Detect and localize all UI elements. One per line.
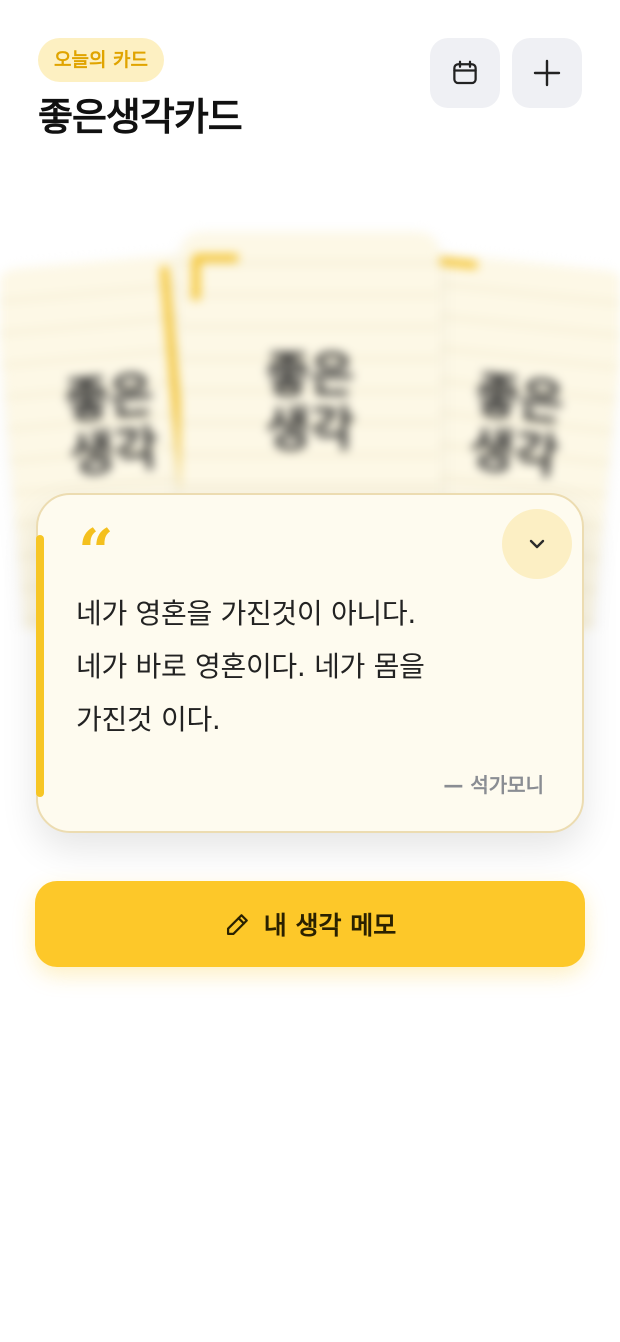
card-center-text: 좋은 생각: [265, 347, 355, 457]
collapse-button[interactable]: [502, 509, 572, 579]
quote-card: “ 네가 영혼을 가진것이 아니다. 네가 바로 영혼이다. 네가 몸을 가진것…: [36, 493, 584, 833]
today-card-badge: 오늘의 카드: [38, 38, 165, 82]
quote-author: — 석가모니: [443, 773, 544, 797]
quote-text: 네가 영혼을 가진것이 아니다. 네가 바로 영혼이다. 네가 몸을 가진것 이…: [76, 597, 425, 736]
my-thought-memo-button[interactable]: 내 생각 메모: [35, 881, 585, 967]
calendar-icon: [453, 60, 477, 85]
quote-mark: “: [78, 515, 114, 588]
quote-accent-bar: [36, 535, 44, 797]
card-left-text: 좋은 생각: [62, 366, 161, 484]
chevron-down-icon: [529, 539, 545, 549]
calendar-button[interactable]: [430, 38, 500, 108]
card-right-text: 좋은 생각: [466, 366, 567, 486]
page-title: 좋은생각카드: [38, 95, 243, 139]
memo-button-label: 내 생각 메모: [263, 911, 397, 940]
plus-icon: [533, 59, 561, 87]
add-button[interactable]: [512, 38, 582, 108]
pencil-icon: [226, 914, 248, 936]
